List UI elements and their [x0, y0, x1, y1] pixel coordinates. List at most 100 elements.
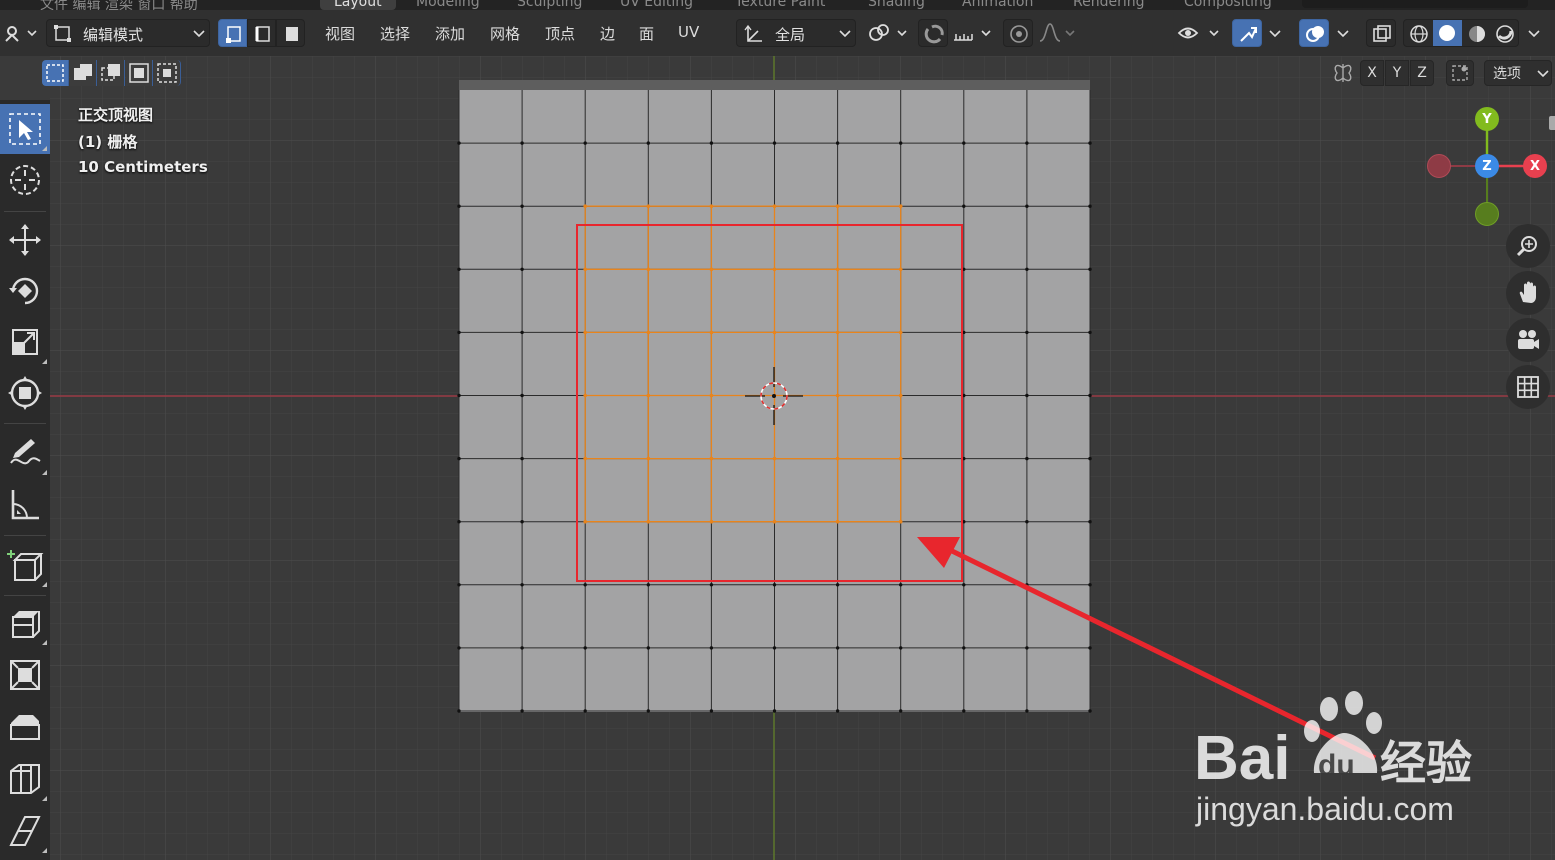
knife-tool[interactable] — [0, 806, 50, 856]
selected-vertex — [709, 330, 714, 335]
pan-button[interactable] — [1506, 271, 1550, 315]
zoom-button[interactable] — [1506, 224, 1550, 268]
inset-tool[interactable] — [0, 650, 50, 700]
menu-mesh[interactable]: 网格 — [490, 23, 520, 44]
chevron-down-icon[interactable] — [1336, 29, 1350, 39]
options-dropdown[interactable]: 选项 — [1484, 60, 1552, 86]
gizmo-neg-x-axis[interactable] — [1427, 154, 1451, 178]
auto-merge-toggle[interactable] — [1446, 60, 1474, 86]
sidebar-tab-handle[interactable] — [1549, 116, 1555, 130]
menu-edge[interactable]: 边 — [600, 23, 615, 44]
mode-dropdown[interactable]: 编辑模式 — [46, 19, 210, 47]
wireframe-shading-icon[interactable] — [1408, 23, 1430, 45]
camera-view-button[interactable] — [1506, 318, 1550, 362]
editor-type-button[interactable] — [2, 21, 38, 45]
tab-sculpting[interactable]: Sculpting — [517, 0, 582, 10]
mesh-vertex — [962, 583, 966, 587]
chevron-down-icon — [193, 30, 205, 38]
auto-merge-icon — [1452, 65, 1468, 81]
tab-modeling[interactable]: Modeling — [416, 0, 480, 10]
select-subtract-button[interactable] — [98, 60, 125, 86]
select-subtract-icon — [101, 64, 120, 81]
select-invert-button[interactable] — [126, 60, 153, 86]
visibility-dropdown[interactable] — [1176, 21, 1224, 45]
mirror-x-toggle[interactable]: X — [1360, 60, 1384, 86]
menu-select[interactable]: 选择 — [380, 23, 410, 44]
mirror-z-toggle[interactable]: Z — [1410, 60, 1434, 86]
proportional-edit-button[interactable] — [1003, 19, 1033, 47]
vertex-select-mode-button[interactable] — [218, 19, 247, 47]
cursor-tool[interactable] — [0, 155, 50, 205]
mesh-vertex — [772, 583, 777, 587]
tab-uv-editing[interactable]: UV Editing — [620, 0, 693, 10]
mesh-vertex — [583, 709, 587, 713]
gizmo-x-axis[interactable]: X — [1523, 154, 1547, 178]
gizmo-y-axis[interactable]: Y — [1475, 107, 1499, 131]
pivot-link-icon — [869, 24, 907, 41]
chevron-down-icon[interactable] — [1268, 29, 1282, 39]
tab-rendering[interactable]: Rendering — [1073, 0, 1145, 10]
gizmo-neg-y-axis[interactable] — [1475, 202, 1499, 226]
bevel-tool[interactable] — [0, 702, 50, 752]
pivot-point-dropdown[interactable] — [866, 21, 912, 45]
extrude-tool[interactable] — [0, 598, 50, 648]
tab-animation[interactable]: Animation — [962, 0, 1033, 10]
overlay-toggle-button[interactable] — [1299, 19, 1329, 47]
rotate-tool[interactable] — [0, 266, 50, 316]
tab-shading[interactable]: Shading — [868, 0, 925, 10]
tab-compositing[interactable]: Compositing — [1184, 0, 1272, 10]
mesh-vertex — [1088, 709, 1092, 713]
add-cube-tool[interactable] — [0, 540, 50, 590]
gizmo-z-axis[interactable]: Z — [1475, 154, 1499, 178]
measure-ruler-icon — [11, 490, 39, 520]
edge-select-mode-button[interactable] — [247, 19, 276, 47]
transform-tool[interactable] — [0, 368, 50, 418]
select-box-tool[interactable] — [0, 104, 50, 154]
3d-viewport[interactable]: 正交顶视图 (1) 栅格 10 Centimeters X Y Z 选项 Y X… — [42, 56, 1555, 860]
mesh-vertex — [457, 141, 461, 145]
select-new-button[interactable] — [42, 60, 69, 86]
scale-tool[interactable] — [0, 317, 50, 367]
face-select-mode-button[interactable] — [276, 19, 305, 47]
solid-shading-button[interactable] — [1433, 20, 1462, 46]
menu-uv[interactable]: UV — [678, 23, 699, 41]
falloff-dropdown[interactable] — [1038, 21, 1080, 45]
mesh-vertex — [1025, 393, 1029, 398]
material-preview-icon[interactable] — [1466, 23, 1488, 45]
selected-vertex — [583, 456, 587, 461]
mesh-vertex — [457, 267, 461, 271]
menu-view[interactable]: 视图 — [325, 23, 355, 44]
menu-face[interactable]: 面 — [639, 23, 654, 44]
mesh-vertex — [772, 709, 777, 713]
menu-add[interactable]: 添加 — [435, 23, 465, 44]
scene-selector[interactable] — [1302, 0, 1528, 8]
move-tool[interactable] — [0, 215, 50, 265]
hand-icon — [1519, 281, 1536, 303]
annotate-tool[interactable] — [0, 428, 50, 478]
chevron-down-icon[interactable] — [1527, 29, 1541, 39]
mesh-vertex — [835, 141, 840, 145]
gizmo-toggle-button[interactable] — [1232, 19, 1262, 47]
mirror-butterfly-icon[interactable] — [1330, 60, 1356, 86]
transform-orientation-dropdown[interactable]: 全局 — [736, 19, 856, 47]
loop-cut-tool[interactable] — [0, 754, 50, 804]
select-new-icon — [46, 64, 64, 82]
mirror-y-toggle[interactable]: Y — [1385, 60, 1409, 86]
measure-tool[interactable] — [0, 479, 50, 529]
navigation-gizmo[interactable]: Y X Z — [1420, 102, 1548, 232]
rendered-shading-icon[interactable] — [1494, 23, 1516, 45]
snap-toggle-button[interactable] — [918, 19, 948, 47]
tab-layout[interactable]: Layout — [320, 0, 396, 10]
tab-texture-paint[interactable]: Texture Paint — [735, 0, 825, 10]
mesh-vertex — [709, 709, 714, 713]
top-menu-fragment: 文件 编辑 渲染 窗口 帮助 — [40, 0, 198, 10]
perspective-toggle-button[interactable] — [1506, 365, 1550, 409]
xray-toggle-button[interactable] — [1366, 19, 1396, 47]
mesh-vertex — [646, 583, 650, 587]
menu-vertex[interactable]: 顶点 — [545, 23, 575, 44]
select-intersect-button[interactable] — [154, 60, 181, 86]
select-extend-button[interactable] — [70, 60, 97, 86]
mesh-vertex — [646, 646, 650, 650]
snap-target-dropdown[interactable] — [952, 21, 996, 45]
mesh-vertex — [1025, 646, 1029, 650]
